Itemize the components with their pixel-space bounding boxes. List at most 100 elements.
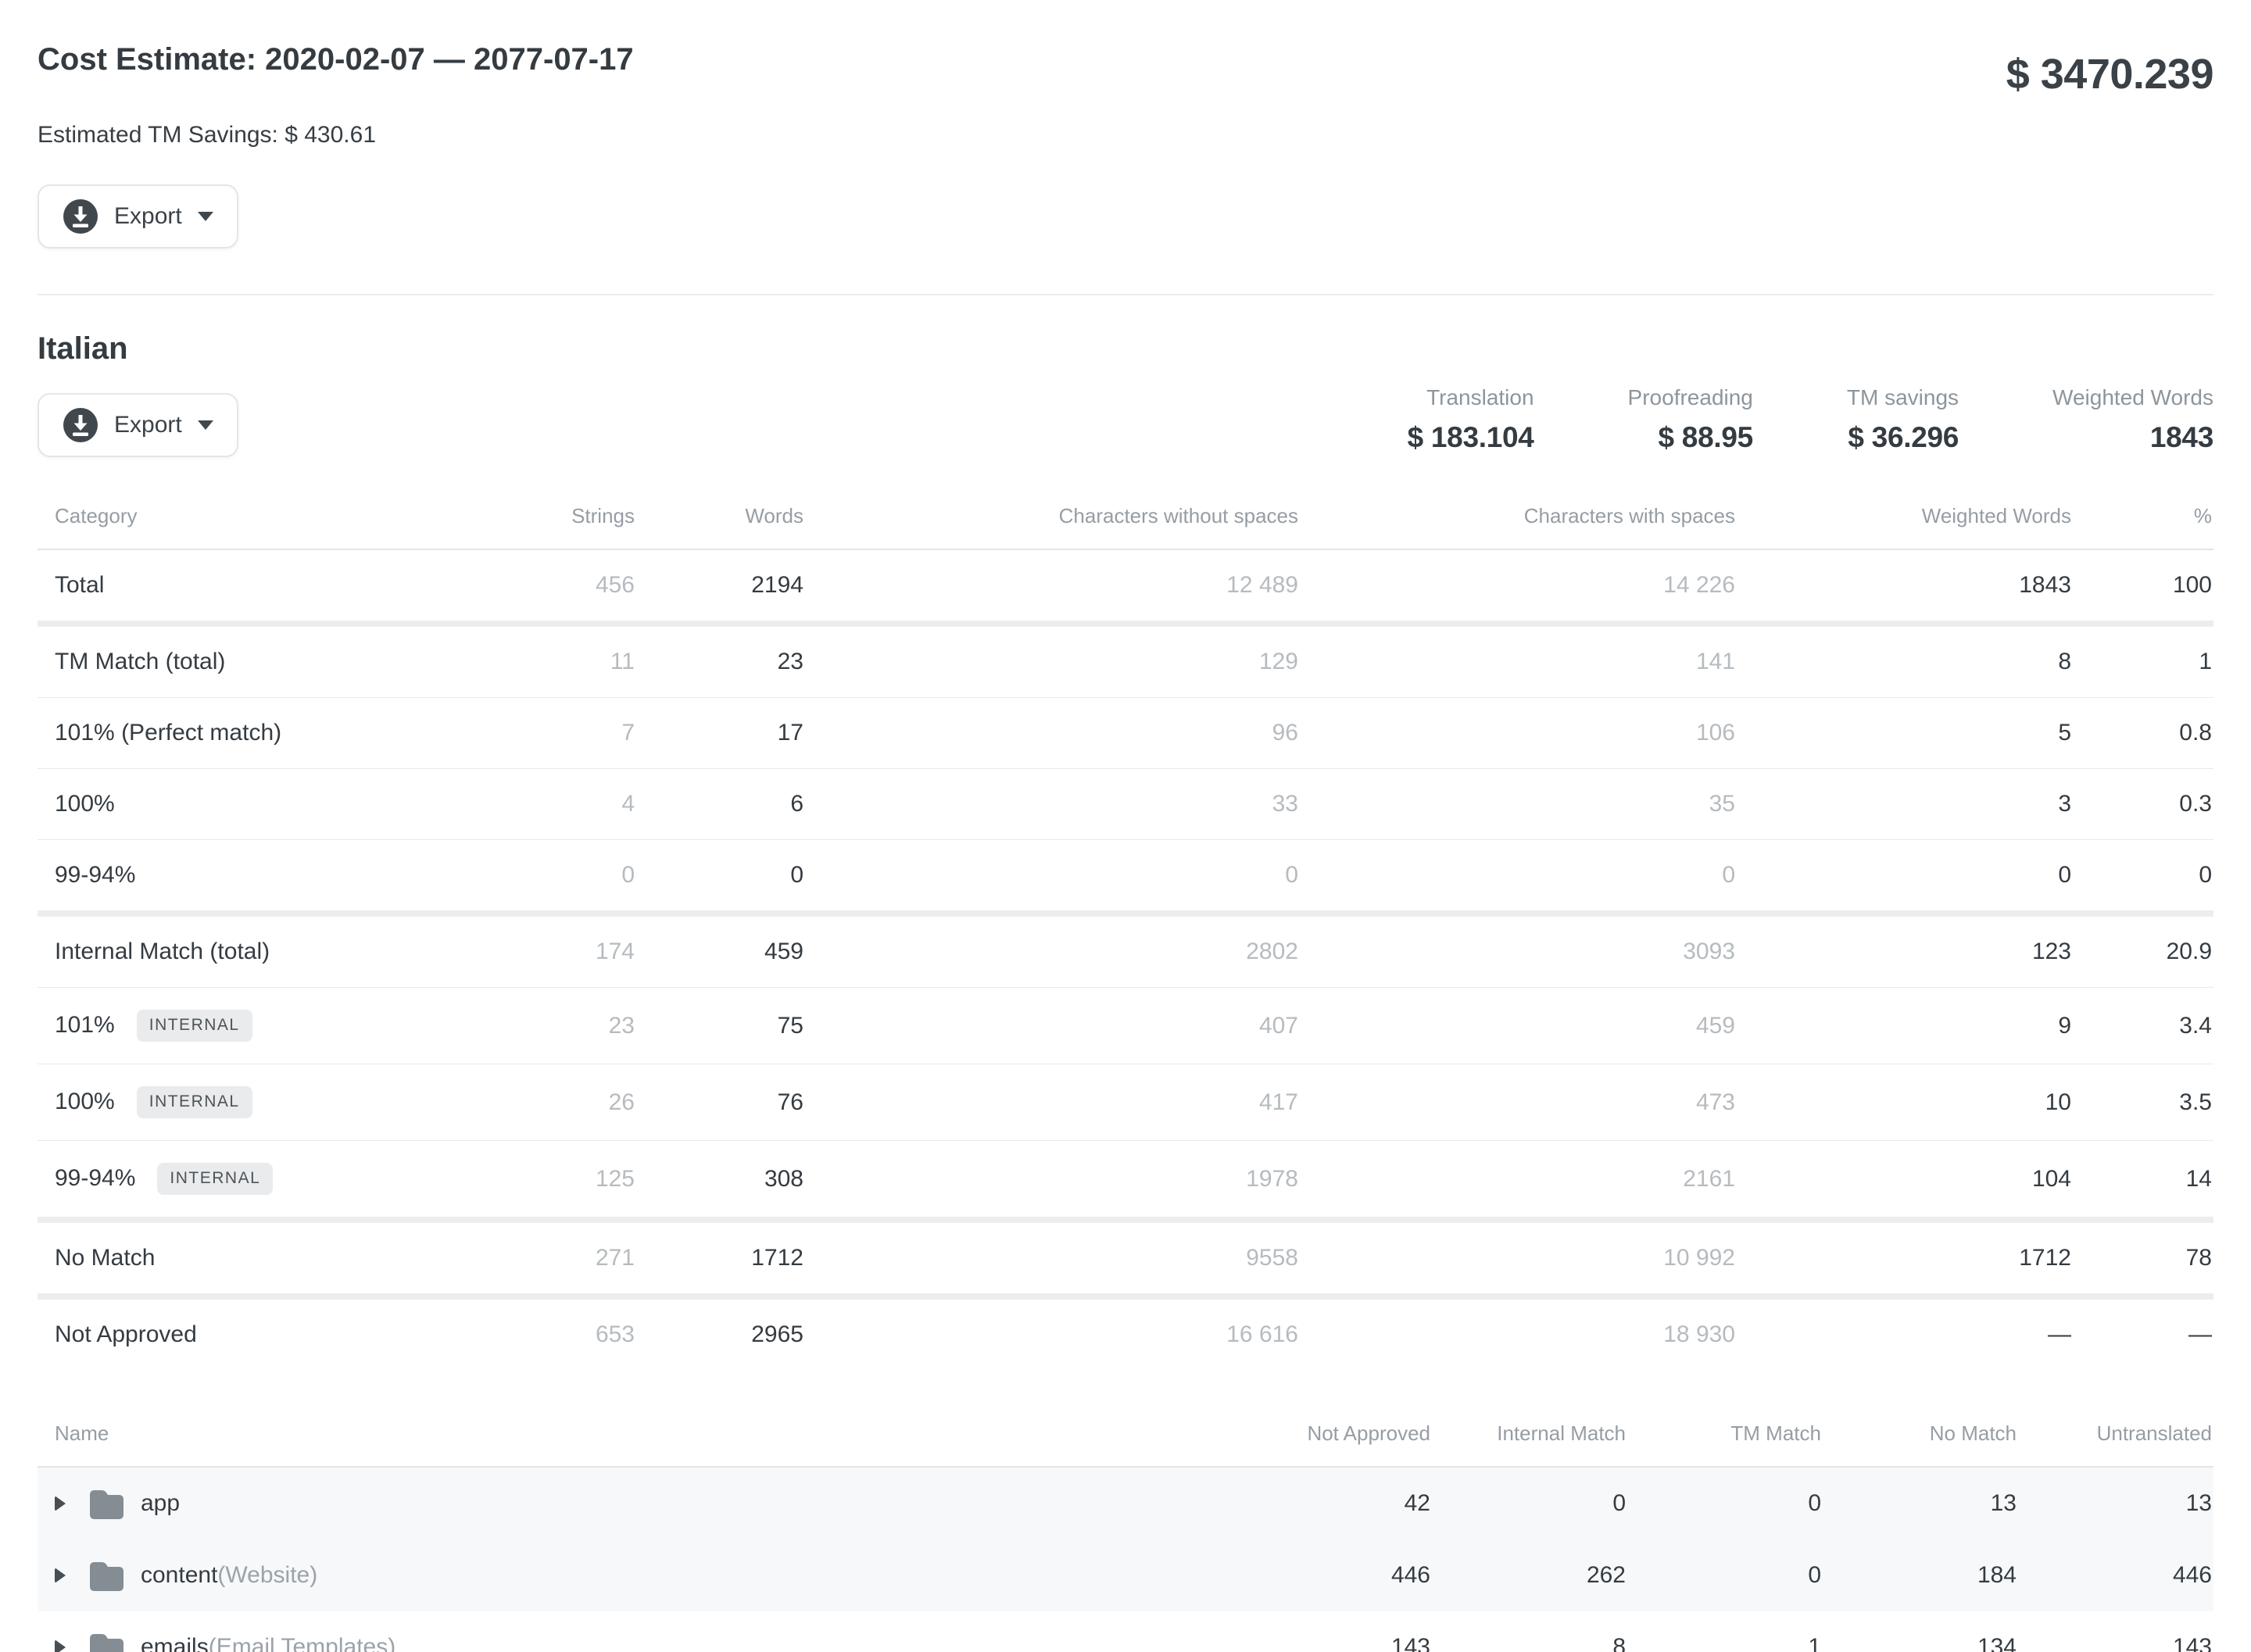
category-cell: 99-94%INTERNAL <box>38 1141 428 1221</box>
col-header-words: Words <box>636 490 805 549</box>
col-header-category: Category <box>38 490 428 549</box>
not-approved-cell: 143 <box>1236 1611 1432 1652</box>
page-title: Cost Estimate: 2020-02-07 — 2077-07-17 <box>38 42 634 77</box>
weighted-words-cell: 0 <box>1737 840 2073 914</box>
col-header-chars-with-spaces: Characters with spaces <box>1300 490 1737 549</box>
words-cell: 23 <box>636 624 805 698</box>
percent-cell: 1 <box>2073 624 2213 698</box>
chevron-down-icon <box>198 420 213 430</box>
no-match-cell: 134 <box>1823 1611 2018 1652</box>
cost-table-row: 99-94% 0 0 0 0 0 0 <box>38 840 2213 914</box>
cost-table-row: 100% 4 6 33 35 3 0.3 <box>38 769 2213 840</box>
category-cell: No Match <box>38 1220 428 1296</box>
stat-tm-savings: TM savings $ 36.296 <box>1847 385 1959 454</box>
category-cell: 99-94% <box>38 840 428 914</box>
file-row[interactable]: JSON app 42 0 0 13 13 <box>38 1467 2213 1539</box>
file-name: emails <box>141 1634 209 1652</box>
strings-cell: 271 <box>428 1220 636 1296</box>
chars-without-spaces-cell: 417 <box>805 1064 1300 1141</box>
cost-table-row: 99-94%INTERNAL 125 308 1978 2161 104 14 <box>38 1141 2213 1221</box>
export-button[interactable]: Export <box>38 184 238 249</box>
words-cell: 308 <box>636 1141 805 1221</box>
strings-cell: 11 <box>428 624 636 698</box>
chars-without-spaces-cell: 0 <box>805 840 1300 914</box>
stat-proofreading: Proofreading $ 88.95 <box>1628 385 1753 454</box>
tm-match-cell: 0 <box>1627 1467 1823 1539</box>
chevron-right-icon[interactable] <box>55 1568 66 1583</box>
strings-cell: 7 <box>428 698 636 769</box>
chars-with-spaces-cell: 106 <box>1300 698 1737 769</box>
stat-label: Translation <box>1408 385 1534 410</box>
cost-table-header-row: Category Strings Words Characters withou… <box>38 490 2213 549</box>
cost-estimate-page: Cost Estimate: 2020-02-07 — 2077-07-17 $… <box>0 0 2251 1652</box>
chevron-right-icon[interactable] <box>55 1639 66 1652</box>
chars-without-spaces-cell: 33 <box>805 769 1300 840</box>
internal-badge: INTERNAL <box>157 1163 273 1195</box>
files-table-header-row: Name Not Approved Internal Match TM Matc… <box>38 1407 2213 1467</box>
percent-cell: — <box>2073 1296 2213 1370</box>
chars-with-spaces-cell: 3093 <box>1300 914 1737 988</box>
download-circle-icon <box>63 407 98 443</box>
not-approved-cell: 446 <box>1236 1539 1432 1611</box>
words-cell: 1712 <box>636 1220 805 1296</box>
percent-cell: 100 <box>2073 549 2213 624</box>
internal-match-cell: 8 <box>1432 1611 1627 1652</box>
col-header-no-match: No Match <box>1823 1407 2018 1467</box>
cost-table-row: 101% (Perfect match) 7 17 96 106 5 0.8 <box>38 698 2213 769</box>
strings-cell: 23 <box>428 988 636 1064</box>
internal-badge: INTERNAL <box>137 1010 252 1042</box>
col-header-chars-without-spaces: Characters without spaces <box>805 490 1300 549</box>
col-header-weighted-words: Weighted Words <box>1737 490 2073 549</box>
strings-cell: 653 <box>428 1296 636 1370</box>
stat-label: Proofreading <box>1628 385 1753 410</box>
strings-cell: 456 <box>428 549 636 624</box>
stat-value: $ 36.296 <box>1847 421 1959 454</box>
cost-table-row: TM Match (total) 11 23 129 141 8 1 <box>38 624 2213 698</box>
category-cell: 101%INTERNAL <box>38 988 428 1064</box>
internal-badge: INTERNAL <box>137 1086 252 1118</box>
weighted-words-cell: 10 <box>1737 1064 2073 1141</box>
category-cell: 100%INTERNAL <box>38 1064 428 1141</box>
estimated-tm-savings: Estimated TM Savings: $ 430.61 <box>38 122 2213 148</box>
page-header: Cost Estimate: 2020-02-07 — 2077-07-17 $… <box>38 0 2213 98</box>
cost-breakdown-table: Category Strings Words Characters withou… <box>38 490 2213 1370</box>
strings-cell: 4 <box>428 769 636 840</box>
words-cell: 75 <box>636 988 805 1064</box>
category-cell: 100% <box>38 769 428 840</box>
strings-cell: 0 <box>428 840 636 914</box>
chars-without-spaces-cell: 1978 <box>805 1141 1300 1221</box>
cost-table-row: 100%INTERNAL 26 76 417 473 10 3.5 <box>38 1064 2213 1141</box>
stat-translation: Translation $ 183.104 <box>1408 385 1534 454</box>
col-header-untranslated: Untranslated <box>2018 1407 2213 1467</box>
category-cell: 101% (Perfect match) <box>38 698 428 769</box>
total-cost-amount: $ 3470.239 <box>2006 50 2213 98</box>
chevron-right-icon[interactable] <box>55 1496 66 1511</box>
cost-table-row: 101%INTERNAL 23 75 407 459 9 3.4 <box>38 988 2213 1064</box>
export-button-label: Export <box>114 412 182 438</box>
percent-cell: 3.4 <box>2073 988 2213 1064</box>
file-row[interactable]: JSON emails(Email Templates) 143 8 1 134… <box>38 1611 2213 1652</box>
chars-without-spaces-cell: 407 <box>805 988 1300 1064</box>
file-row[interactable]: JSON content(Website) 446 262 0 184 446 <box>38 1539 2213 1611</box>
files-table: Name Not Approved Internal Match TM Matc… <box>38 1407 2213 1652</box>
file-name-cell: JSON content(Website) <box>38 1539 1236 1611</box>
category-cell: Not Approved <box>38 1296 428 1370</box>
col-header-not-approved: Not Approved <box>1236 1407 1432 1467</box>
cost-table-row: Not Approved 653 2965 16 616 18 930 — — <box>38 1296 2213 1370</box>
chars-with-spaces-cell: 0 <box>1300 840 1737 914</box>
weighted-words-cell: 1843 <box>1737 549 2073 624</box>
col-header-internal-match: Internal Match <box>1432 1407 1627 1467</box>
section-divider <box>38 294 2213 295</box>
chars-with-spaces-cell: 459 <box>1300 988 1737 1064</box>
language-toolbar: Export Translation $ 183.104 Proofreadin… <box>38 385 2213 457</box>
language-export-button[interactable]: Export <box>38 393 238 457</box>
download-circle-icon <box>63 198 98 234</box>
export-button-label: Export <box>114 203 182 230</box>
folder-icon <box>88 1488 123 1519</box>
internal-match-cell: 262 <box>1432 1539 1627 1611</box>
file-name-cell: JSON app <box>38 1467 1236 1539</box>
weighted-words-cell: 123 <box>1737 914 2073 988</box>
chars-with-spaces-cell: 473 <box>1300 1064 1737 1141</box>
weighted-words-cell: 5 <box>1737 698 2073 769</box>
words-cell: 6 <box>636 769 805 840</box>
